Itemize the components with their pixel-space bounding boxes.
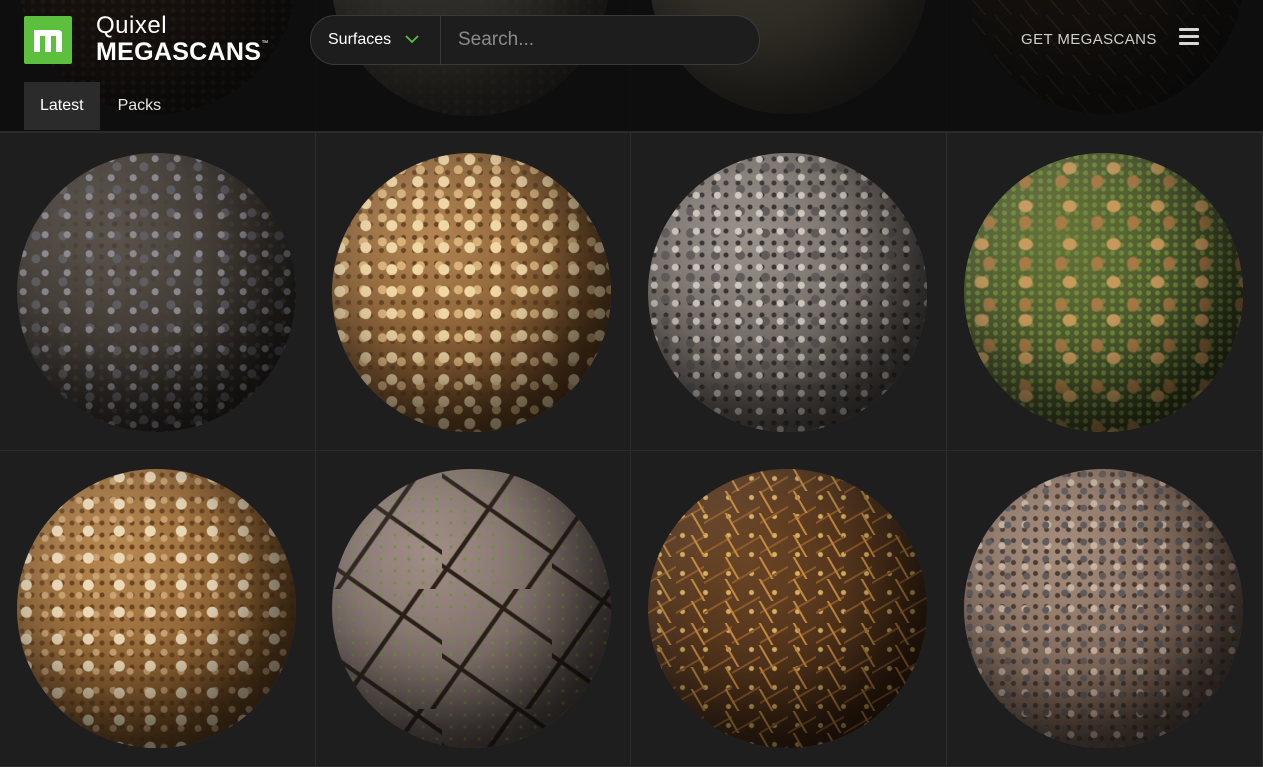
asset-card[interactable] — [316, 451, 631, 767]
asset-card[interactable] — [0, 451, 316, 767]
asset-card[interactable] — [947, 133, 1263, 451]
chevron-down-icon — [405, 31, 419, 49]
asset-thumbnail — [17, 469, 296, 748]
asset-thumbnail — [648, 153, 927, 432]
category-label: Surfaces — [328, 31, 392, 48]
asset-card[interactable] — [631, 451, 947, 767]
asset-thumbnail — [332, 153, 611, 432]
brand-line2: MEGASCANS™ — [96, 40, 269, 65]
brand-line1: Quixel — [96, 12, 168, 39]
site-header: Quixel MEGASCANS™ Surfaces GET MEGASCANS… — [0, 0, 1263, 132]
asset-card[interactable] — [316, 133, 631, 451]
hamburger-icon[interactable] — [1179, 28, 1199, 46]
asset-thumbnail — [964, 469, 1243, 748]
search-bar: Surfaces — [310, 15, 760, 65]
get-megascans-link[interactable]: GET MEGASCANS — [1021, 31, 1157, 48]
brand-wordmark: Quixel MEGASCANS™ — [96, 14, 269, 65]
asset-card[interactable] — [631, 133, 947, 451]
asset-thumbnail — [964, 153, 1243, 432]
asset-thumbnail — [332, 469, 611, 748]
brand-logo[interactable]: Quixel MEGASCANS™ — [24, 14, 269, 65]
view-tabs: Latest Packs — [24, 82, 178, 130]
category-dropdown[interactable]: Surfaces — [311, 16, 441, 64]
megascans-logo-icon — [24, 15, 72, 64]
asset-card[interactable] — [0, 133, 316, 451]
trademark-mark: ™ — [261, 40, 269, 47]
asset-thumbnail — [648, 469, 927, 748]
asset-card[interactable] — [947, 451, 1263, 767]
brand-line2-text: MEGASCANS — [96, 38, 262, 66]
tab-packs[interactable]: Packs — [100, 82, 179, 130]
asset-thumbnail — [17, 153, 296, 432]
search-input[interactable] — [441, 16, 759, 64]
tab-latest[interactable]: Latest — [24, 82, 100, 130]
